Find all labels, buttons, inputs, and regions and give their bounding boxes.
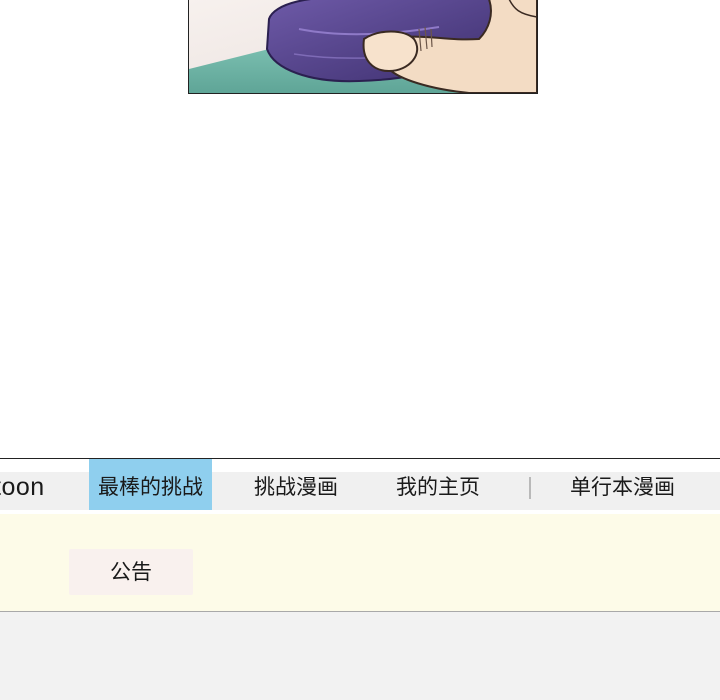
nav-divider: [529, 477, 531, 499]
footer-area: [0, 612, 720, 700]
comic-illustration: [189, 0, 537, 93]
tab-volume-comics[interactable]: 单行本漫画: [570, 459, 675, 510]
notice-button[interactable]: 公告: [69, 549, 193, 595]
top-nav-bar: toon 最棒的挑战 挑战漫画 我的主页 单行本漫画: [0, 458, 720, 515]
notice-bar: 公告: [0, 514, 720, 612]
brand-logo-text[interactable]: toon: [0, 459, 45, 510]
tab-my-page[interactable]: 我的主页: [396, 459, 480, 510]
comic-panel-image: [188, 0, 538, 94]
tab-best-challenge[interactable]: 最棒的挑战: [89, 459, 212, 510]
tab-challenge-comics[interactable]: 挑战漫画: [254, 459, 338, 510]
